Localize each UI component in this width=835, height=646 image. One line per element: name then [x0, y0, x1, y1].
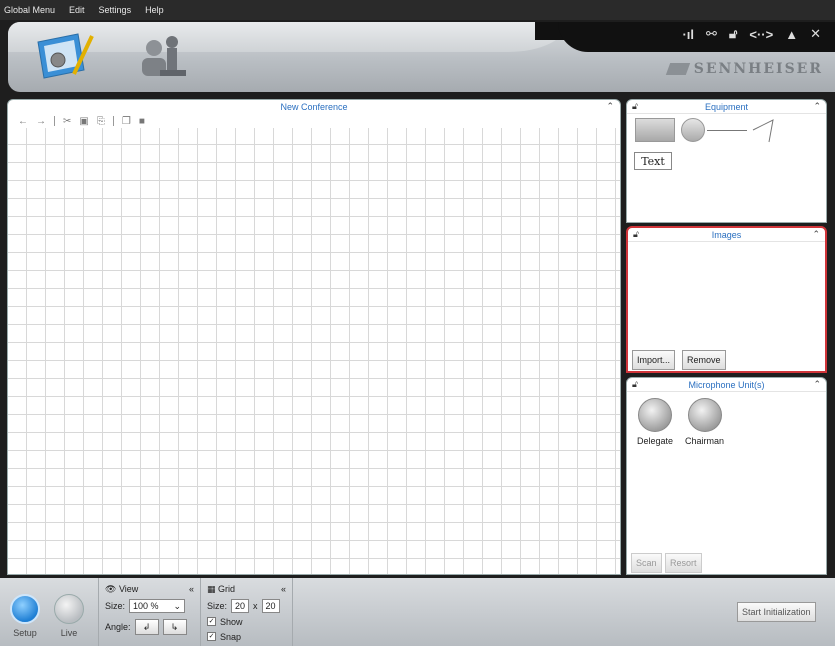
menu-global[interactable]: Global Menu: [4, 5, 55, 15]
zoom-select[interactable]: 100 % ⌄: [129, 598, 186, 613]
signal-icon[interactable]: ·ıl: [682, 27, 694, 42]
collapse-up-icon[interactable]: ⌃: [812, 229, 820, 240]
grid-height-input[interactable]: 20: [261, 598, 280, 613]
show-grid-checkbox[interactable]: ✓: [207, 617, 216, 626]
setup-icon: [10, 594, 40, 624]
layout-editor-icon[interactable]: [34, 30, 94, 84]
cut-icon[interactable]: ✂: [63, 116, 71, 127]
grid-width-input[interactable]: 20: [231, 598, 250, 613]
grid-title: Grid: [218, 583, 236, 594]
view-size-label: Size:: [105, 600, 126, 611]
chairman-unit[interactable]: Chairman: [685, 398, 724, 446]
equipment-panel: 🔓︎ Equipment ⌃ Text: [626, 99, 827, 223]
close-icon[interactable]: ✕: [810, 26, 821, 42]
live-label: Live: [60, 628, 78, 638]
images-header: 🔓︎ Images ⌃: [628, 228, 825, 242]
divider: [292, 578, 293, 646]
setup-label: Setup: [13, 628, 37, 638]
eject-icon[interactable]: ▲: [785, 27, 798, 42]
text-tool[interactable]: Text: [634, 152, 672, 170]
menu-edit[interactable]: Edit: [69, 5, 85, 15]
chevron-down-icon: ⌄: [173, 600, 182, 611]
grid-icon: ▦: [207, 583, 216, 594]
menu-bar: Global Menu Edit Settings Help: [0, 0, 835, 20]
canvas-toolbar: ← → ✂ ▣ ⎘ ❐ ■: [8, 114, 620, 128]
start-initialization-button[interactable]: Start Initialization: [737, 602, 816, 622]
brand-logo-icon: [665, 63, 690, 75]
collapse-up-icon[interactable]: ⌃: [813, 101, 821, 112]
collapse-left-icon[interactable]: «: [189, 584, 194, 594]
shape-palette: [633, 116, 826, 146]
lock-icon[interactable]: 🔓︎: [632, 101, 638, 112]
eye-icon: 👁︎: [105, 583, 117, 594]
bottom-bar: Setup Live 👁︎ View « Size: 100 % ⌄ Angle…: [0, 578, 835, 646]
canvas-title: New Conference: [280, 102, 348, 112]
brand: SENNHEISER: [665, 61, 823, 77]
grid-controls: ▦ Grid « Size: 20 x 20 ✓ Show ✓ Snap: [200, 578, 292, 646]
microphone-panel: 🔓︎ Microphone Unit(s) ⌃ Delegate Chairma…: [626, 377, 827, 575]
rectangle-shape[interactable]: [635, 118, 675, 142]
snap-grid-checkbox[interactable]: ✓: [207, 632, 216, 641]
lock-icon[interactable]: 🔓︎: [632, 379, 638, 390]
angle-label: Angle:: [105, 621, 131, 632]
live-mode[interactable]: Live: [54, 594, 84, 638]
chairman-mic-icon: [687, 398, 722, 432]
redo-icon[interactable]: →: [36, 116, 46, 127]
rotate-right-button[interactable]: ↳: [162, 618, 187, 635]
design-grid[interactable]: [8, 128, 620, 574]
grid-x-label: x: [253, 600, 258, 611]
lock-icon[interactable]: 🔓︎: [633, 229, 639, 240]
circle-shape[interactable]: [681, 118, 705, 142]
delegate-unit[interactable]: Delegate: [637, 398, 673, 446]
images-title: Images: [711, 230, 742, 240]
collapse-up-icon[interactable]: ⌃: [813, 379, 821, 390]
bring-front-icon[interactable]: ❐: [122, 116, 131, 127]
import-button[interactable]: Import...: [632, 350, 676, 370]
line-shape[interactable]: [707, 130, 747, 131]
canvas-panel: New Conference ⌃ ← → ✂ ▣ ⎘ ❐ ■: [7, 99, 621, 575]
resort-button[interactable]: Resort: [665, 553, 702, 573]
menu-help[interactable]: Help: [145, 5, 164, 15]
images-panel: 🔓︎ Images ⌃ Import... Remove: [626, 226, 827, 373]
menu-settings[interactable]: Settings: [99, 5, 132, 15]
header-tools: ·ıl ⚯ 🔓︎ <··> ▲ ✕: [682, 26, 821, 42]
user-management-icon[interactable]: [132, 30, 192, 84]
triangle-shape[interactable]: [751, 118, 777, 144]
copy-icon[interactable]: ▣: [79, 116, 88, 127]
equipment-title: Equipment: [704, 102, 749, 112]
send-back-icon[interactable]: ■: [139, 116, 145, 127]
toolbar-separator: [54, 116, 55, 126]
view-controls: 👁︎ View « Size: 100 % ⌄ Angle: ↲ ↳: [98, 578, 200, 646]
network-icon[interactable]: <··>: [749, 27, 773, 42]
collapse-up-icon[interactable]: ⌃: [606, 101, 614, 112]
lock-icon[interactable]: 🔓︎: [729, 26, 737, 42]
snap-label: Snap: [220, 631, 242, 642]
play-icon: [54, 594, 84, 624]
rotate-left-button[interactable]: ↲: [134, 618, 159, 635]
brand-name: SENNHEISER: [693, 61, 823, 77]
setup-mode[interactable]: Setup: [10, 594, 40, 638]
zoom-value: 100 %: [133, 600, 159, 611]
chairman-label: Chairman: [685, 436, 725, 446]
header: ·ıl ⚯ 🔓︎ <··> ▲ ✕ SENNHEISER: [8, 22, 835, 92]
delegate-mic-icon: [638, 398, 673, 432]
cable-icon[interactable]: ⚯: [706, 26, 717, 42]
grid-size-label: Size:: [207, 600, 228, 611]
equipment-header: 🔓︎ Equipment ⌃: [627, 100, 826, 114]
view-title: View: [118, 583, 139, 594]
microphone-header: 🔓︎ Microphone Unit(s) ⌃: [627, 378, 826, 392]
collapse-left-icon[interactable]: «: [281, 584, 286, 594]
microphone-title: Microphone Unit(s): [688, 380, 765, 390]
canvas-title-bar: New Conference ⌃: [8, 100, 620, 114]
undo-icon[interactable]: ←: [18, 116, 28, 127]
remove-button[interactable]: Remove: [682, 350, 726, 370]
toolbar-separator: [112, 116, 114, 126]
scan-button[interactable]: Scan: [631, 553, 662, 573]
paste-icon[interactable]: ⎘: [97, 116, 105, 127]
show-label: Show: [220, 616, 243, 627]
delegate-label: Delegate: [637, 436, 674, 446]
